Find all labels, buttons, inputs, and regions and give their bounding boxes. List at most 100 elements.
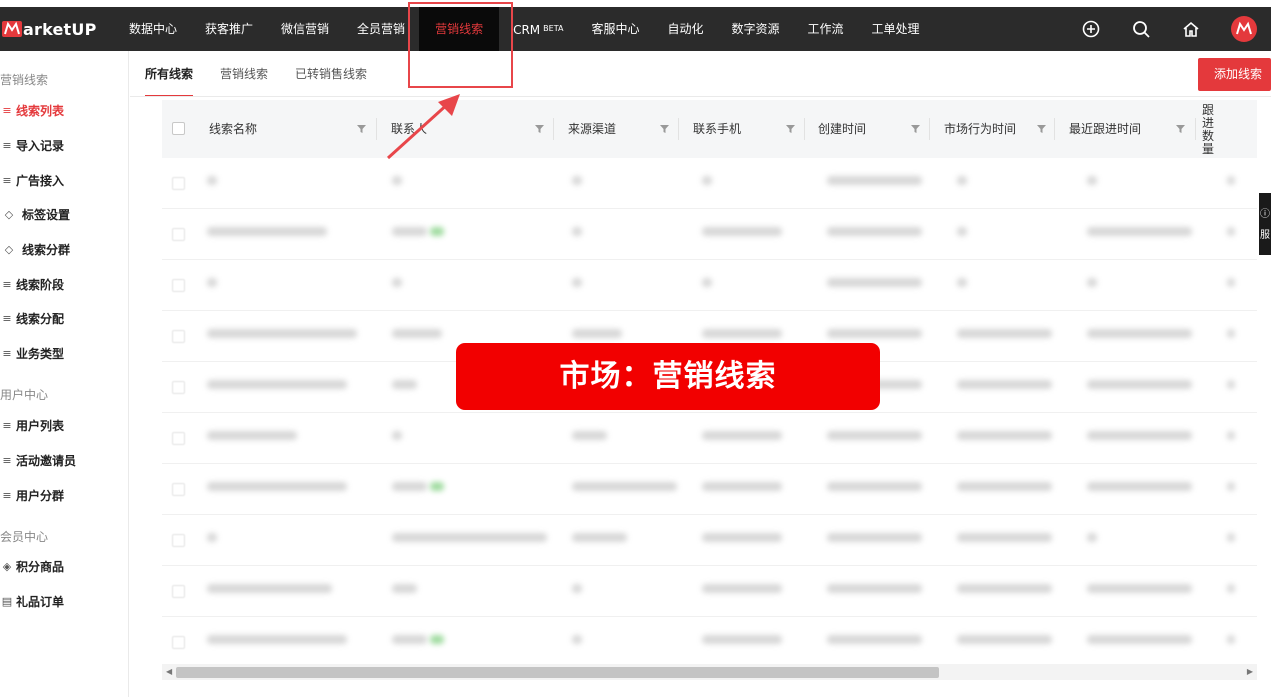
row-checkbox[interactable] [172, 330, 185, 343]
column-label: 最近跟进时间 [1069, 122, 1142, 136]
blurred-cell [572, 329, 622, 338]
nav-item-data-center[interactable]: 数据中心 [115, 7, 191, 51]
highlight-box [408, 2, 513, 88]
table-row[interactable] [162, 158, 1257, 209]
nav-item-customer-acquisition[interactable]: 获客推广 [191, 7, 267, 51]
blurred-cell [1087, 533, 1097, 542]
sidebar-item-lead-assignment[interactable]: ≡ 线索分配 [0, 310, 64, 327]
table-row[interactable] [162, 413, 1257, 464]
sidebar-item-lead-segments[interactable]: ◇ 线索分群 [2, 241, 70, 258]
filter-icon[interactable] [1176, 125, 1185, 133]
filter-icon[interactable] [786, 125, 795, 133]
row-checkbox[interactable] [172, 483, 185, 496]
blurred-cell [827, 482, 922, 491]
filter-icon[interactable] [1037, 125, 1046, 133]
blurred-cell [702, 176, 712, 185]
table-row[interactable] [162, 566, 1257, 617]
table-row[interactable] [162, 260, 1257, 311]
blurred-cell [1087, 176, 1097, 185]
table-row[interactable] [162, 209, 1257, 260]
blurred-cell [1087, 584, 1192, 593]
filter-icon[interactable] [535, 125, 544, 133]
scroll-right-icon[interactable]: ▶ [1247, 667, 1253, 676]
avatar[interactable] [1231, 16, 1257, 42]
nav-item-workflow[interactable]: 工作流 [793, 7, 857, 51]
nav-item-ticket-handling[interactable]: 工单处理 [858, 7, 934, 51]
blurred-cell [1227, 482, 1235, 491]
sidebar-item-lead-stages[interactable]: ≡ 线索阶段 [0, 276, 64, 293]
tab-marketing-leads[interactable]: 营销线索 [220, 60, 268, 97]
row-checkbox[interactable] [172, 279, 185, 292]
sidebar-item-user-list[interactable]: ≡ 用户列表 [0, 417, 64, 434]
blurred-cell [392, 227, 427, 236]
row-checkbox[interactable] [172, 381, 185, 394]
horizontal-scrollbar[interactable]: ◀ ▶ [162, 664, 1257, 680]
table-row[interactable] [162, 617, 1257, 668]
sidebar-item-business-types[interactable]: ≡ 业务类型 [0, 345, 64, 362]
add-lead-button[interactable]: 添加线索 [1198, 58, 1271, 91]
customer-service-float-tab[interactable]: ⓘ 服 [1259, 193, 1271, 255]
sidebar-item-gift-orders[interactable]: ▤ 礼品订单 [0, 593, 64, 610]
filter-icon[interactable] [660, 125, 669, 133]
column-separator [553, 118, 554, 140]
annotation-arrow-icon [386, 94, 460, 160]
search-icon[interactable] [1131, 19, 1151, 39]
blurred-cell [1087, 635, 1192, 644]
column-header: 来源渠道 [568, 100, 678, 158]
tab-converted-sales-leads[interactable]: 已转销售线索 [295, 60, 367, 97]
sidebar-item-label: 用户分群 [16, 489, 65, 503]
sidebar-item-points-products[interactable]: ◈ 积分商品 [0, 558, 64, 575]
table-row[interactable] [162, 515, 1257, 566]
blurred-cell [207, 533, 217, 542]
sidebar-group-title: 会员中心 [0, 530, 49, 544]
filter-icon[interactable] [357, 125, 366, 133]
blurred-cell [702, 533, 782, 542]
lead-tabs: 所有线索 营销线索 已转销售线索 [145, 60, 394, 97]
tag-icon: ◇ [4, 208, 14, 221]
column-label: 联系手机 [693, 122, 742, 136]
blurred-cell [1227, 635, 1235, 644]
table-header: 线索名称 联系人 来源渠道 联系手机 创建时间 市场行为时间 最近跟进时间 跟进… [162, 100, 1257, 158]
nav-item-wechat-marketing[interactable]: 微信营销 [267, 7, 343, 51]
sidebar-item-user-segments[interactable]: ≡ 用户分群 [0, 487, 64, 504]
column-separator [1054, 118, 1055, 140]
home-icon[interactable] [1181, 19, 1201, 39]
scroll-left-icon[interactable]: ◀ [166, 667, 172, 676]
search-list-icon: ≡ [2, 347, 12, 360]
sidebar-item-event-inviters[interactable]: ≡ 活动邀请员 [0, 452, 76, 469]
select-all-checkbox[interactable] [172, 122, 185, 135]
blurred-cell [392, 380, 417, 389]
sidebar-item-label: 用户列表 [16, 419, 65, 433]
row-checkbox[interactable] [172, 534, 185, 547]
search-list-icon: ≡ [2, 489, 12, 502]
blurred-cell [827, 635, 922, 644]
logo[interactable]: arketUP [0, 19, 115, 39]
blurred-cell [1087, 227, 1192, 236]
sidebar-item-import-records[interactable]: ≡ 导入记录 [0, 137, 64, 154]
row-checkbox[interactable] [172, 636, 185, 649]
blurred-cell [957, 176, 967, 185]
blurred-cell [392, 329, 442, 338]
row-checkbox[interactable] [172, 432, 185, 445]
row-checkbox[interactable] [172, 228, 185, 241]
sidebar-item-tag-settings[interactable]: ◇ 标签设置 [2, 206, 70, 223]
sidebar-group-title: 营销线索 [0, 73, 49, 87]
blurred-cell [1227, 380, 1235, 389]
sidebar-item-ad-access[interactable]: ≡ 广告接入 [0, 172, 64, 189]
blurred-cell [827, 227, 922, 236]
row-checkbox[interactable] [172, 177, 185, 190]
nav-item-customer-service[interactable]: 客服中心 [577, 7, 653, 51]
filter-icon[interactable] [911, 125, 920, 133]
scrollbar-thumb[interactable] [176, 667, 939, 678]
table-row[interactable] [162, 464, 1257, 515]
tab-all-leads[interactable]: 所有线索 [145, 60, 194, 97]
sidebar-item-lead-list[interactable]: ≡ 线索列表 [0, 102, 64, 119]
gift-icon: ◈ [2, 560, 12, 573]
column-separator [678, 118, 679, 140]
add-circle-icon[interactable] [1081, 19, 1101, 39]
blurred-cell [957, 635, 1052, 644]
sidebar-item-label: 线索分群 [22, 243, 71, 257]
nav-item-automation[interactable]: 自动化 [653, 7, 717, 51]
row-checkbox[interactable] [172, 585, 185, 598]
nav-item-digital-assets[interactable]: 数字资源 [717, 7, 793, 51]
